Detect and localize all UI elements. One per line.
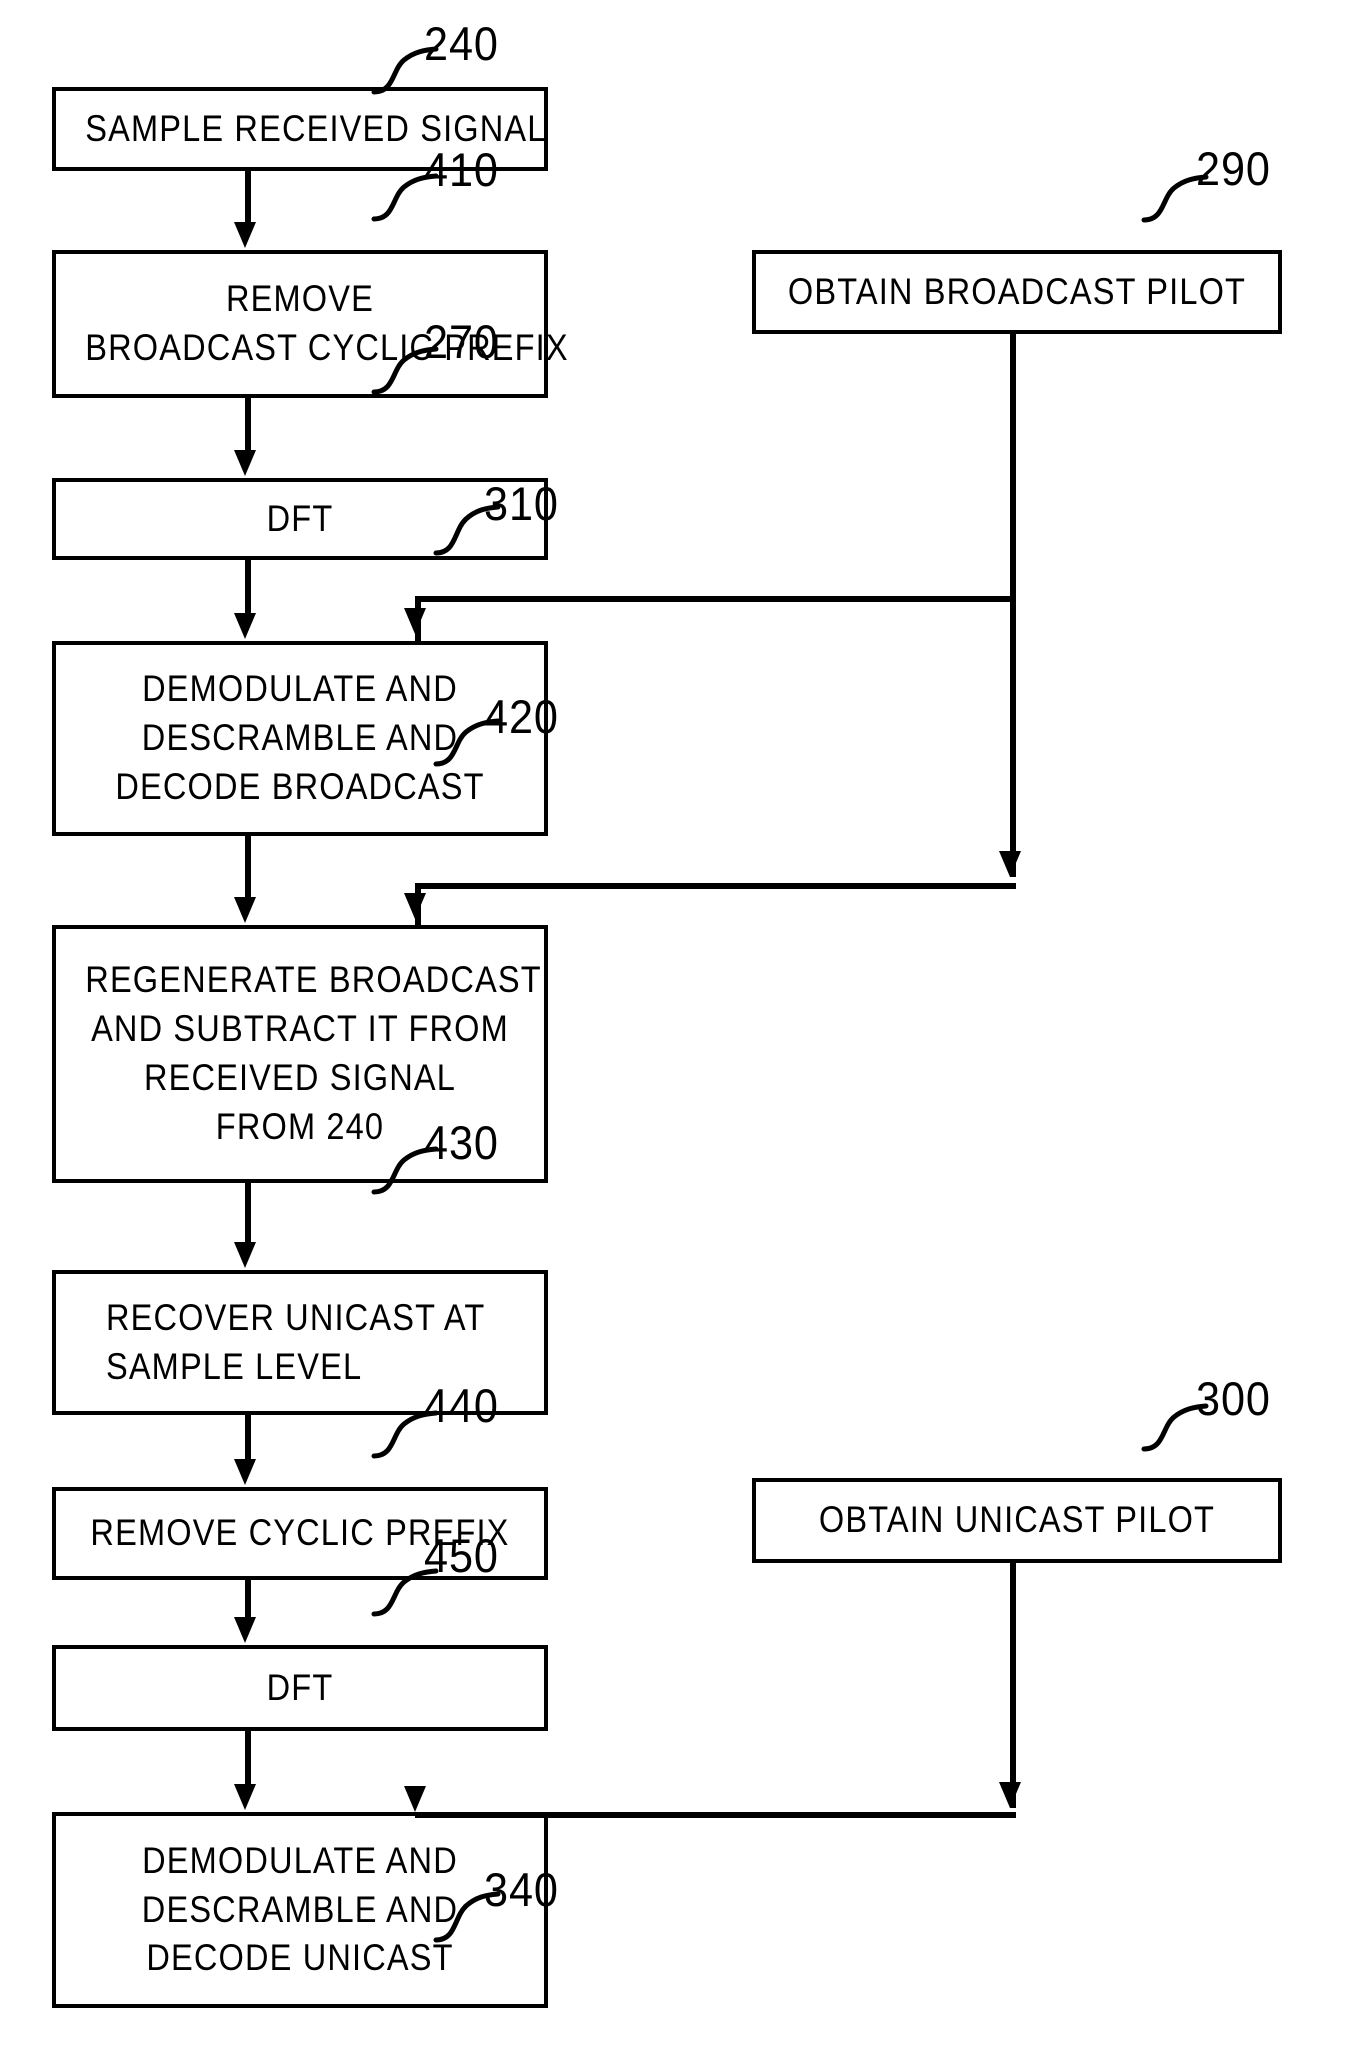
conn-290-trunk (1010, 334, 1016, 877)
flow-box-310: DEMODULATE AND DESCRAMBLE AND DECODE BRO… (52, 641, 548, 836)
ref-290: 290 (1196, 142, 1271, 195)
flow-box-340-line-2: DECODE UNICAST (146, 1937, 454, 1979)
conn-300-to-340-horizontal (415, 1812, 1016, 1818)
flow-box-290: OBTAIN BROADCAST PILOT (752, 250, 1282, 334)
flow-box-340-line-0: DEMODULATE AND (142, 1839, 458, 1881)
conn-410-to-270 (245, 398, 251, 451)
ref-410: 410 (424, 143, 499, 196)
flow-box-300-line-0: OBTAIN UNICAST PILOT (818, 1499, 1216, 1541)
ref-450: 450 (424, 1529, 499, 1582)
conn-240-to-410 (245, 171, 251, 224)
flow-box-310-line-1: DESCRAMBLE AND (141, 717, 459, 759)
flow-box-310-line-0: DEMODULATE AND (142, 668, 458, 710)
ref-340: 340 (484, 1863, 559, 1916)
flow-box-420-line-1: AND SUBTRACT IT FROM (91, 1008, 509, 1050)
flow-box-270: DFT (52, 478, 548, 560)
conn-300-to-340-stub-arrow-icon (404, 1786, 426, 1812)
flow-box-270-line-0: DFT (266, 497, 334, 539)
conn-240-to-410-arrow-icon (234, 222, 256, 248)
conn-430-to-440-arrow-icon (234, 1459, 256, 1485)
conn-290-to-420-horizontal (415, 883, 1016, 889)
conn-450-to-340 (245, 1731, 251, 1786)
conn-310-to-420 (245, 836, 251, 898)
flow-box-340-line-1: DESCRAMBLE AND (141, 1888, 459, 1930)
conn-290-to-420-arrow-icon (999, 851, 1021, 877)
conn-310-to-420-arrow-icon (234, 897, 256, 923)
conn-450-to-340-arrow-icon (234, 1784, 256, 1810)
ref-240: 240 (424, 17, 499, 70)
flow-box-420-line-2: RECEIVED SIGNAL (143, 1057, 457, 1098)
conn-270-to-310-arrow-icon (234, 613, 256, 639)
conn-300-trunk (1010, 1563, 1016, 1808)
conn-430-to-440 (245, 1415, 251, 1461)
flow-box-450: DFT (52, 1645, 548, 1731)
conn-440-to-450-arrow-icon (234, 1617, 256, 1643)
flow-box-290-line-0: OBTAIN BROADCAST PILOT (787, 270, 1247, 312)
conn-420-to-430-arrow-icon (234, 1242, 256, 1268)
conn-300-to-340-arrow-icon (999, 1782, 1021, 1808)
flow-box-430-line-0: RECOVER UNICAST AT (105, 1296, 486, 1338)
conn-270-to-310 (245, 560, 251, 615)
conn-290-to-310-arrow-icon (404, 608, 426, 634)
flow-box-300: OBTAIN UNICAST PILOT (752, 1478, 1282, 1563)
conn-440-to-450 (245, 1580, 251, 1620)
conn-290-to-420-stub-arrow-icon (404, 893, 426, 919)
ref-300: 300 (1196, 1372, 1271, 1425)
ref-270: 270 (424, 315, 499, 368)
flow-box-450-line-0: DFT (266, 1666, 334, 1708)
ref-310: 310 (484, 477, 559, 530)
flow-box-340: DEMODULATE AND DESCRAMBLE AND DECODE UNI… (52, 1812, 548, 2008)
conn-410-to-270-arrow-icon (234, 450, 256, 476)
figure-canvas: SAMPLE RECEIVED SIGNAL REMOVE BROADCAST … (0, 0, 1372, 2045)
conn-420-to-430 (245, 1183, 251, 1243)
ref-420: 420 (484, 690, 559, 743)
conn-290-to-310-horizontal (415, 596, 1016, 602)
ref-430: 430 (424, 1116, 499, 1169)
ref-440: 440 (424, 1379, 499, 1432)
flow-box-420-line-0: REGENERATE BROADCAST (85, 959, 542, 1001)
flow-box-310-line-2: DECODE BROADCAST (115, 765, 485, 807)
